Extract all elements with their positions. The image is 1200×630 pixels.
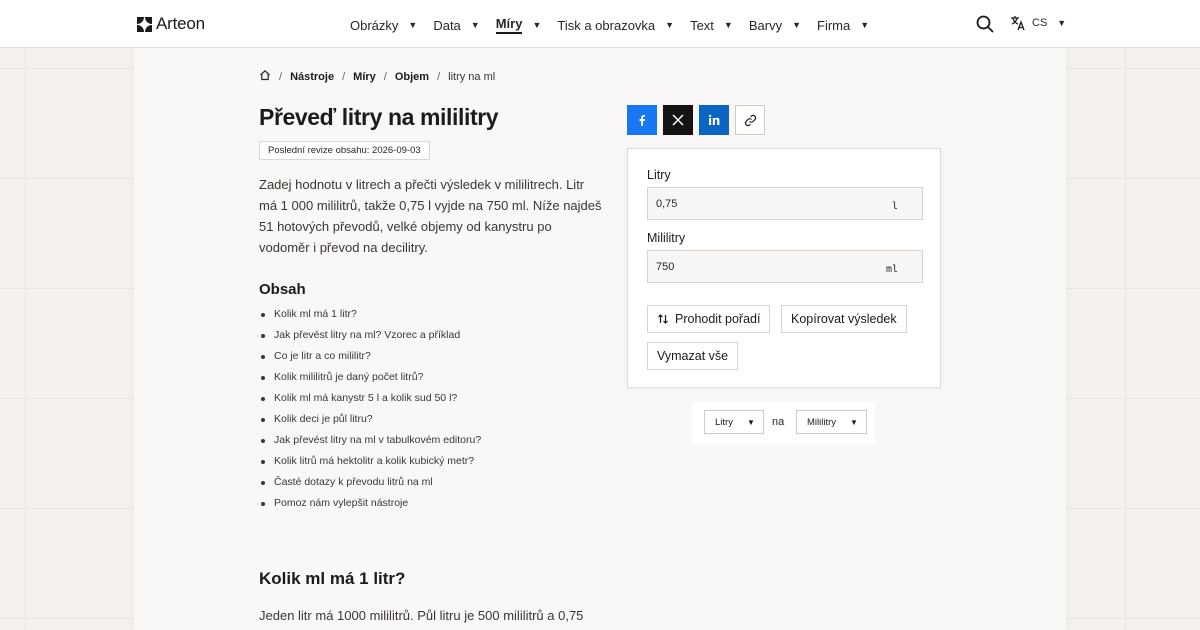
nav-item-data[interactable]: Data ▼ bbox=[433, 16, 479, 34]
nav-item-firma[interactable]: Firma ▼ bbox=[817, 16, 869, 34]
chevron-down-icon: ▼ bbox=[1057, 18, 1067, 28]
x-share-button[interactable] bbox=[663, 105, 693, 135]
nav-label: Míry bbox=[495, 16, 523, 34]
top-header: Arteon Obrázky ▼ Data ▼ Míry ▼ Tisk a ob… bbox=[0, 0, 1200, 48]
toc-item[interactable]: Časté dotazy k převodu litrů na ml bbox=[259, 476, 481, 497]
unit-selector-bar: Litry ▼ na Mililitry ▼ bbox=[692, 402, 875, 444]
intro-text: Zadej hodnotu v litrech a přečti výslede… bbox=[259, 177, 602, 255]
toc-item[interactable]: Kolik litrů má hektolitr a kolik kubický… bbox=[259, 455, 481, 476]
toc-item[interactable]: Jak převést litry na ml v tabulkovém edi… bbox=[259, 434, 481, 455]
share-buttons bbox=[627, 105, 765, 135]
chevron-down-icon: ▼ bbox=[723, 20, 733, 30]
toc-item[interactable]: Jak převést litry na ml? Vzorec a příkla… bbox=[259, 329, 481, 350]
chevron-down-icon: ▼ bbox=[665, 20, 675, 30]
chevron-down-icon: ▼ bbox=[860, 20, 870, 30]
milliliters-input[interactable]: 750 ml bbox=[647, 250, 923, 283]
breadcrumb-link[interactable]: Objem bbox=[395, 71, 429, 83]
breadcrumb-separator: / bbox=[383, 70, 387, 83]
nav-label: Data bbox=[433, 17, 461, 33]
chevron-down-icon: ▼ bbox=[470, 20, 480, 30]
chevron-down-icon: ▼ bbox=[746, 417, 755, 427]
unit-connector: na bbox=[772, 416, 785, 428]
liters-input[interactable]: 0,75 l bbox=[647, 187, 923, 220]
breadcrumb-separator: / bbox=[437, 70, 441, 83]
breadcrumb-link[interactable]: Nástroje bbox=[290, 71, 334, 83]
breadcrumb-separator: / bbox=[342, 70, 346, 83]
from-unit-value: Litry bbox=[715, 416, 733, 428]
language-code: CS bbox=[1032, 17, 1048, 29]
facebook-icon bbox=[639, 115, 645, 126]
copy-result-button[interactable]: Kopírovat výsledek bbox=[781, 305, 907, 333]
breadcrumb-link[interactable]: Míry bbox=[353, 71, 376, 83]
nav-item-tisk-a-obrazovka[interactable]: Tisk a obrazovka ▼ bbox=[557, 16, 674, 34]
section-title: Kolik ml má 1 litr? bbox=[259, 569, 406, 588]
chevron-down-icon: ▼ bbox=[850, 417, 858, 427]
section-text: Jeden litr má 1000 mililitrů. Půl litru … bbox=[259, 608, 584, 623]
toc-item[interactable]: Kolik deci je půl litru? bbox=[259, 413, 481, 434]
content-card: / Nástroje / Míry / Objem / litry na ml … bbox=[134, 48, 1066, 630]
to-unit-select[interactable]: Mililitry ▼ bbox=[796, 410, 867, 434]
chevron-down-icon: ▼ bbox=[532, 20, 542, 30]
translate-icon bbox=[1011, 16, 1025, 31]
to-field-label: Mililitry bbox=[647, 231, 686, 245]
milliliters-unit: ml bbox=[885, 264, 898, 275]
toc-item[interactable]: Kolik ml má 1 litr? bbox=[259, 308, 481, 329]
toc-item[interactable]: Co je litr a co mililitr? bbox=[259, 350, 481, 371]
toc-item[interactable]: Kolik ml má kanystr 5 l a kolik sud 50 l… bbox=[259, 392, 481, 413]
nav-label: Obrázky bbox=[350, 17, 399, 33]
clear-all-button[interactable]: Vymazat vše bbox=[647, 342, 739, 370]
from-field-label: Litry bbox=[647, 168, 671, 182]
swap-label: Prohodit pořadí bbox=[675, 312, 761, 326]
search-icon[interactable] bbox=[976, 15, 994, 33]
brand-logo[interactable]: Arteon bbox=[137, 14, 205, 34]
link-icon bbox=[744, 114, 756, 126]
nav-label: Barvy bbox=[748, 17, 783, 33]
page-title: Převeď litry na mililitry bbox=[259, 104, 499, 130]
language-switcher[interactable]: CS ▼ bbox=[1010, 15, 1066, 31]
toc-title: Obsah bbox=[259, 281, 306, 298]
breadcrumb-separator: / bbox=[279, 70, 283, 83]
home-icon[interactable] bbox=[259, 69, 271, 84]
nav-item-text[interactable]: Text ▼ bbox=[690, 16, 733, 34]
nav-item-obrazky[interactable]: Obrázky ▼ bbox=[350, 16, 417, 34]
from-unit-select[interactable]: Litry ▼ bbox=[704, 410, 764, 434]
x-icon bbox=[672, 114, 684, 126]
main-nav: Obrázky ▼ Data ▼ Míry ▼ Tisk a obrazovka… bbox=[350, 16, 885, 34]
toc-item[interactable]: Kolik mililitrů je daný počet litrů? bbox=[259, 371, 481, 392]
nav-label: Firma bbox=[817, 17, 851, 33]
liters-value: 0,75 bbox=[656, 198, 678, 210]
clear-all-label: Vymazat vše bbox=[657, 349, 729, 363]
swap-icon bbox=[658, 314, 668, 324]
linkedin-icon bbox=[708, 114, 720, 125]
logo-mark-icon bbox=[137, 16, 152, 32]
swap-button[interactable]: Prohodit pořadí bbox=[647, 305, 771, 333]
nav-item-miry[interactable]: Míry ▼ bbox=[495, 16, 542, 34]
breadcrumb: / Nástroje / Míry / Objem / litry na ml bbox=[259, 69, 495, 84]
brand-name: Arteon bbox=[156, 14, 205, 33]
table-of-contents: Kolik ml má 1 litr? Jak převést litry na… bbox=[259, 308, 481, 518]
copy-result-label: Kopírovat výsledek bbox=[791, 312, 897, 326]
revision-badge: Poslední revize obsahu: 2026-09-03 bbox=[259, 141, 430, 160]
milliliters-value: 750 bbox=[656, 261, 675, 273]
to-unit-value: Mililitry bbox=[807, 416, 837, 428]
linkedin-share-button[interactable] bbox=[699, 105, 729, 135]
nav-item-barvy[interactable]: Barvy ▼ bbox=[749, 16, 801, 34]
copy-link-button[interactable] bbox=[735, 105, 765, 135]
chevron-down-icon: ▼ bbox=[408, 20, 418, 30]
breadcrumb-current: litry na ml bbox=[448, 70, 496, 83]
facebook-share-button[interactable] bbox=[627, 105, 657, 135]
converter-panel: Litry 0,75 l Mililitry 750 ml Prohodit p… bbox=[627, 148, 941, 388]
chevron-down-icon: ▼ bbox=[792, 20, 801, 30]
nav-label: Text bbox=[690, 17, 714, 33]
nav-label: Tisk a obrazovka bbox=[557, 17, 656, 33]
liters-unit: l bbox=[891, 201, 898, 212]
toc-item[interactable]: Pomoz nám vylepšit nástroje bbox=[259, 497, 481, 518]
